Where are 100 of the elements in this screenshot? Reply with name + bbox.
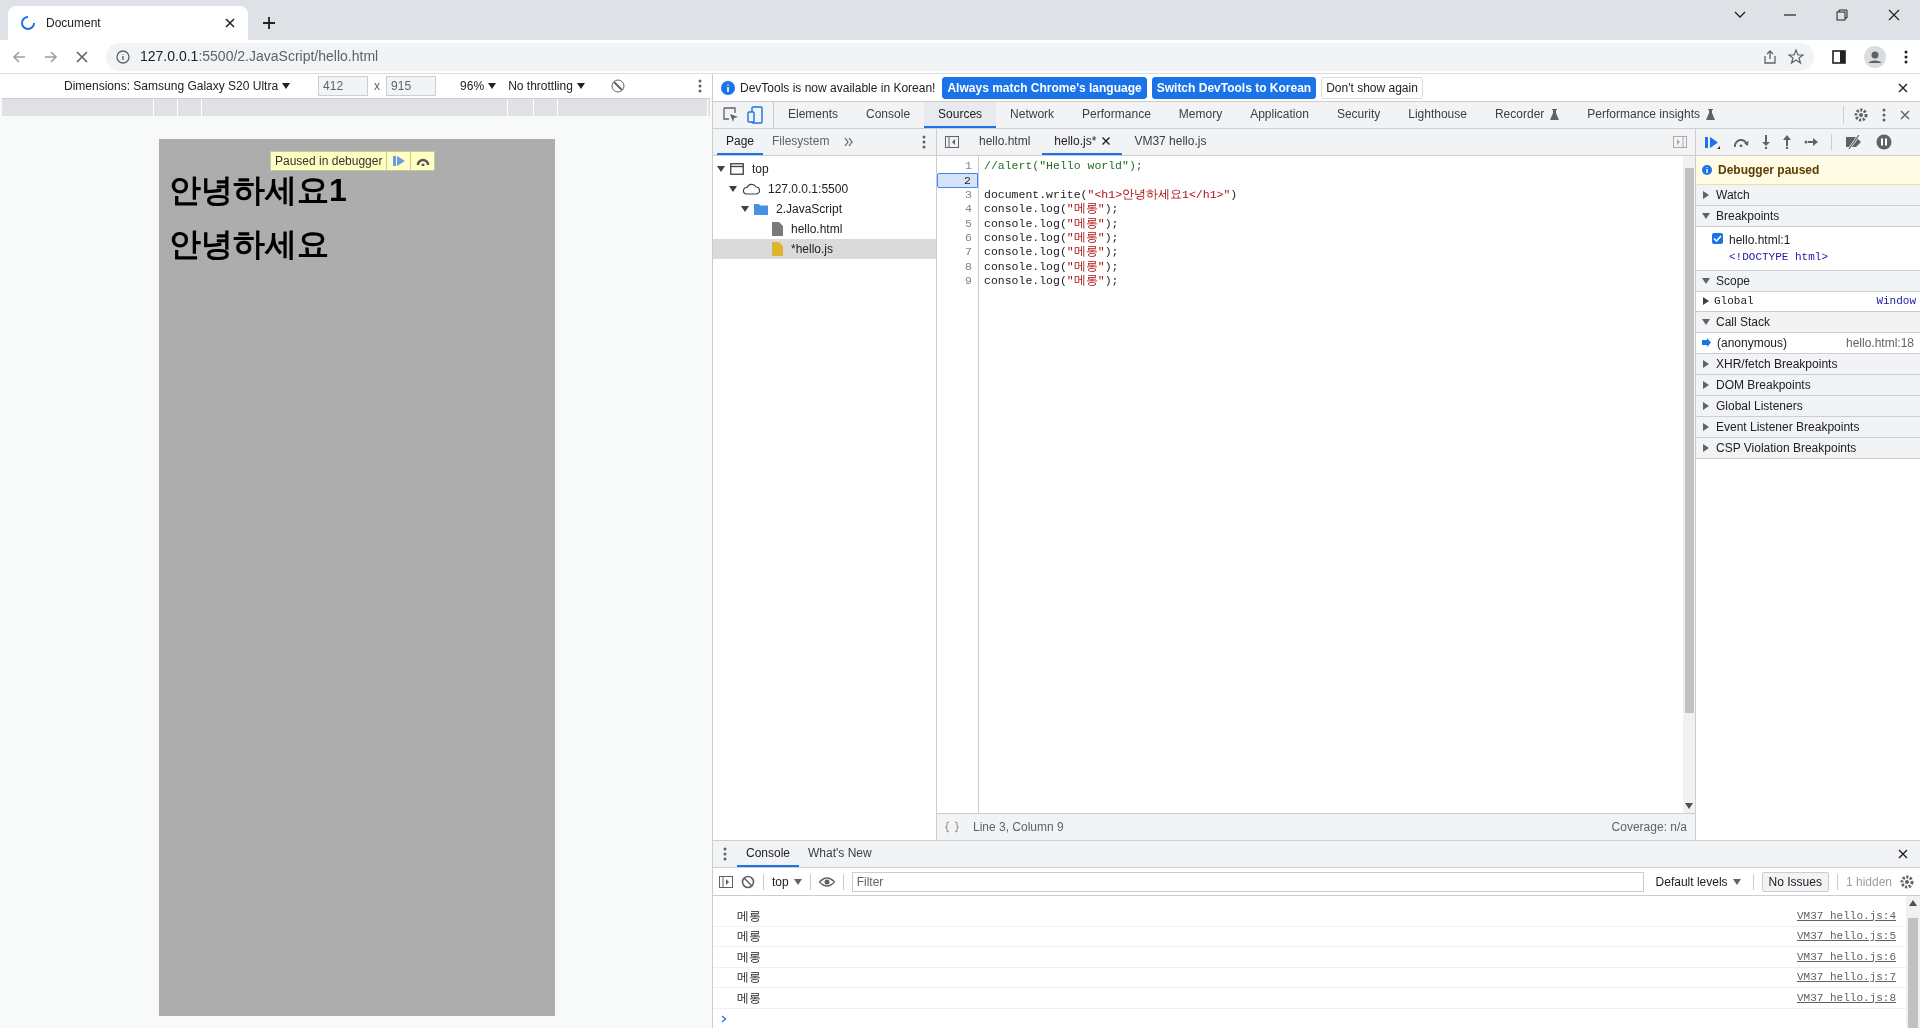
section-header[interactable]: DOM Breakpoints xyxy=(1696,374,1920,396)
section-header[interactable]: Global Listeners xyxy=(1696,395,1920,417)
navigator-tab[interactable]: Page xyxy=(717,129,764,155)
panel-tab[interactable]: Elements xyxy=(774,102,853,128)
file-tree-item[interactable]: 127.0.0.1:5500 xyxy=(713,179,936,199)
device-dropdown[interactable]: Dimensions: Samsung Galaxy S20 Ultra xyxy=(64,77,291,95)
source-link[interactable]: VM37 hello.js:6 xyxy=(1796,948,1896,965)
forward-arrow-icon[interactable] xyxy=(44,49,58,64)
panel-tab[interactable]: Network xyxy=(996,102,1069,128)
panel-tab[interactable]: Lighthouse xyxy=(1394,102,1481,128)
editor-tab[interactable]: hello.html xyxy=(967,129,1043,155)
file-tree-item[interactable]: *hello.js xyxy=(713,239,936,259)
device-toggle-icon[interactable] xyxy=(747,106,763,124)
infobar-button[interactable]: Switch DevTools to Korean xyxy=(1151,76,1317,99)
panel-tab[interactable]: Security xyxy=(1322,102,1395,128)
section-header[interactable]: Watch xyxy=(1696,185,1920,206)
eye-icon[interactable] xyxy=(818,876,835,887)
collapsed-arrow-icon[interactable] xyxy=(1702,191,1710,199)
context-dropdown[interactable]: top xyxy=(772,872,802,891)
expanded-arrow-icon[interactable] xyxy=(717,165,725,173)
address-bar[interactable]: 127.0.0.1:5500/2.JavaScript/hello.html xyxy=(106,42,1814,71)
chevron-down-icon[interactable] xyxy=(1734,11,1746,19)
collapsed-arrow-icon[interactable] xyxy=(1702,422,1710,431)
profile-avatar-icon[interactable] xyxy=(1864,45,1886,68)
file-tree-item[interactable]: 2.JavaScript xyxy=(713,199,936,219)
share-icon[interactable] xyxy=(1762,48,1778,65)
inspect-element-icon[interactable] xyxy=(723,107,739,123)
side-panel-icon[interactable] xyxy=(1832,49,1846,64)
back-arrow-icon[interactable] xyxy=(12,49,26,64)
file-tree-item[interactable]: hello.html xyxy=(713,219,936,239)
navigator-tab[interactable]: Filesystem xyxy=(763,129,839,155)
throttling-dropdown[interactable]: No throttling xyxy=(508,77,585,95)
source-link[interactable]: VM37 hello.js:8 xyxy=(1796,989,1896,1006)
toggle-debugger-icon[interactable] xyxy=(1673,136,1687,148)
scroll-up-icon[interactable] xyxy=(1909,900,1917,906)
collapsed-arrow-icon[interactable] xyxy=(1702,297,1710,305)
deactivate-breakpoints-icon[interactable] xyxy=(1845,135,1863,149)
more-tabs-chevron-icon[interactable] xyxy=(844,138,855,146)
drawer-tab[interactable]: Console xyxy=(737,841,800,867)
expanded-arrow-icon[interactable] xyxy=(1702,276,1710,285)
height-input[interactable]: 915 xyxy=(386,76,437,96)
close-icon[interactable] xyxy=(1898,82,1908,93)
close-icon[interactable] xyxy=(224,17,236,29)
expanded-arrow-icon[interactable] xyxy=(741,205,749,213)
scroll-down-icon[interactable] xyxy=(1685,803,1693,809)
step-icon[interactable] xyxy=(1804,138,1818,146)
collapsed-arrow-icon[interactable] xyxy=(1702,401,1710,410)
expanded-arrow-icon[interactable] xyxy=(729,185,737,193)
collapsed-arrow-icon[interactable] xyxy=(1702,443,1710,452)
collapsed-arrow-icon[interactable] xyxy=(1702,380,1710,389)
source-link[interactable]: VM37 hello.js:4 xyxy=(1796,907,1896,924)
breakpoint-checkbox[interactable] xyxy=(1712,233,1723,244)
expanded-arrow-icon[interactable] xyxy=(1702,212,1710,220)
info-icon[interactable] xyxy=(116,49,130,64)
step-over-icon[interactable] xyxy=(1733,137,1749,147)
drawer-tab[interactable]: What's New xyxy=(799,841,881,867)
browser-tab[interactable]: Document xyxy=(8,6,248,40)
pretty-print-icon[interactable] xyxy=(945,821,959,833)
sidebar-toggle-icon[interactable] xyxy=(719,875,733,888)
filter-input[interactable]: Filter xyxy=(851,871,1644,892)
editor-tab[interactable]: VM37 hello.js xyxy=(1122,129,1219,155)
section-header[interactable]: CSP Violation Breakpoints xyxy=(1696,437,1920,459)
expanded-arrow-icon[interactable] xyxy=(1702,317,1710,326)
source-link[interactable]: VM37 hello.js:7 xyxy=(1796,969,1896,986)
section-header[interactable]: Scope xyxy=(1696,270,1920,292)
star-icon[interactable] xyxy=(1788,48,1804,65)
section-header[interactable]: XHR/fetch Breakpoints xyxy=(1696,353,1920,375)
toggle-navigator-icon[interactable] xyxy=(945,136,959,148)
editor-tab[interactable]: hello.js* xyxy=(1042,129,1123,155)
width-input[interactable]: 412 xyxy=(318,76,369,96)
clear-console-icon[interactable] xyxy=(741,874,755,889)
step-into-icon[interactable] xyxy=(1762,135,1770,149)
issues-button[interactable]: No Issues xyxy=(1761,871,1829,892)
panel-tab[interactable]: Console xyxy=(852,102,925,128)
collapsed-arrow-icon[interactable] xyxy=(1702,359,1710,368)
infobar-button[interactable]: Don't show again xyxy=(1321,76,1423,99)
file-tree-item[interactable]: top xyxy=(713,159,936,179)
panel-tab[interactable]: Application xyxy=(1236,102,1323,128)
section-header[interactable]: Event Listener Breakpoints xyxy=(1696,416,1920,438)
more-menu-icon[interactable] xyxy=(698,79,702,93)
scrollbar-thumb[interactable] xyxy=(1684,168,1694,713)
panel-tab[interactable]: Performance xyxy=(1068,102,1165,128)
call-frame[interactable]: (anonymous) hello.html:18 xyxy=(1696,332,1920,354)
scrollbar-thumb[interactable] xyxy=(1908,918,1918,1028)
levels-dropdown[interactable]: Default levels xyxy=(1655,872,1741,891)
resume-icon[interactable] xyxy=(1705,135,1720,149)
prompt-chevron-icon[interactable] xyxy=(721,1014,727,1023)
stop-loading-icon[interactable] xyxy=(76,50,88,63)
zoom-dropdown[interactable]: 96% xyxy=(460,77,497,95)
panel-tab[interactable]: Performance insights xyxy=(1573,102,1730,128)
new-tab-icon[interactable] xyxy=(262,16,276,30)
pause-on-exceptions-icon[interactable] xyxy=(1876,134,1892,150)
panel-tab[interactable]: Recorder xyxy=(1480,102,1574,128)
panel-tab[interactable]: Sources xyxy=(924,102,997,128)
settings-icon[interactable] xyxy=(1900,874,1914,889)
source-link[interactable]: VM37 hello.js:5 xyxy=(1796,928,1896,945)
close-icon[interactable] xyxy=(1898,849,1908,859)
close-icon[interactable] xyxy=(1102,137,1111,145)
section-header[interactable]: Breakpoints xyxy=(1696,206,1920,227)
step-out-icon[interactable] xyxy=(1783,135,1791,149)
